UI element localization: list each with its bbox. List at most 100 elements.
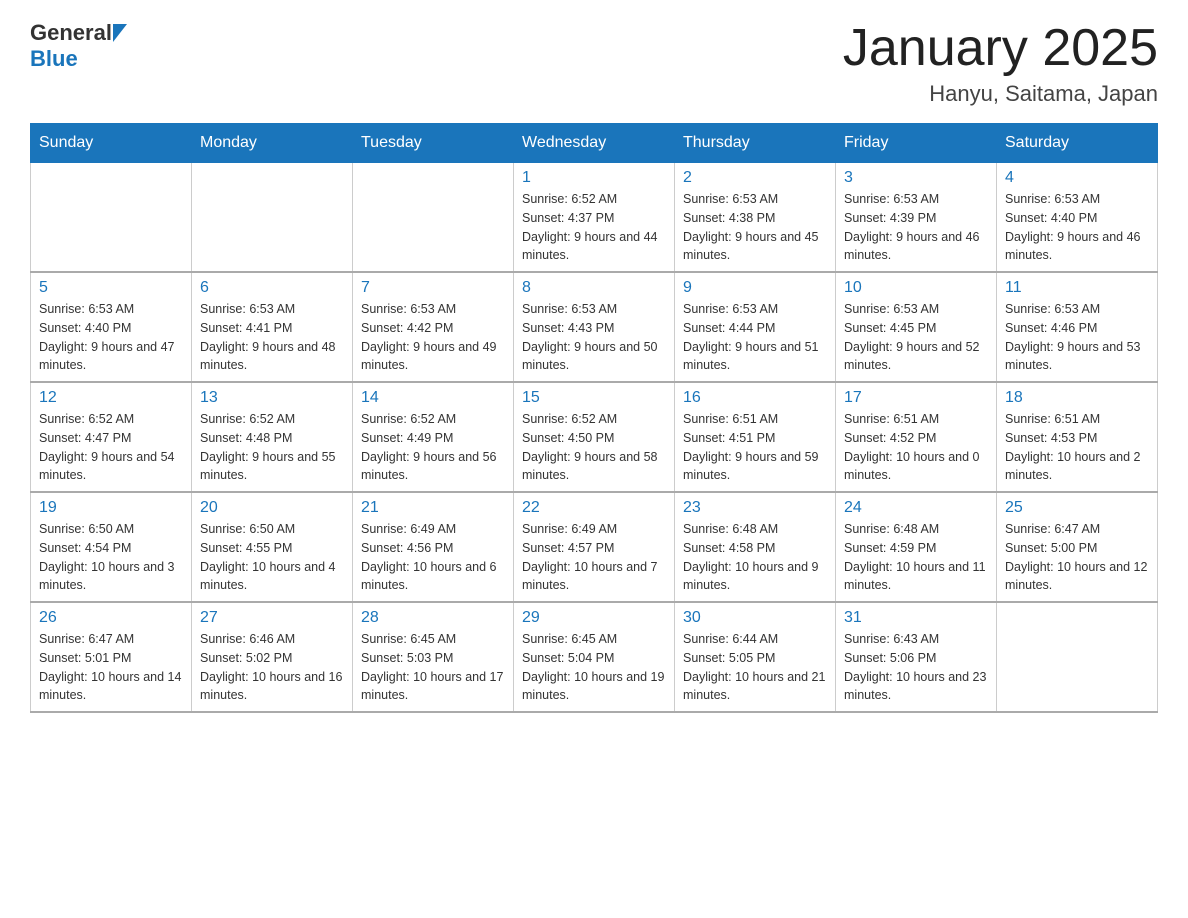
calendar-cell xyxy=(997,602,1158,712)
day-number: 6 xyxy=(200,279,344,297)
calendar-cell: 28Sunrise: 6:45 AM Sunset: 5:03 PM Dayli… xyxy=(353,602,514,712)
day-number: 4 xyxy=(1005,169,1149,187)
day-header-wednesday: Wednesday xyxy=(514,124,675,163)
day-info: Sunrise: 6:52 AM Sunset: 4:50 PM Dayligh… xyxy=(522,410,666,485)
day-number: 13 xyxy=(200,389,344,407)
day-number: 2 xyxy=(683,169,827,187)
title-section: January 2025 Hanyu, Saitama, Japan xyxy=(843,20,1158,107)
calendar-cell: 30 Sunrise: 6:44 AM Sunset: 5:05 PM Dayli… xyxy=(675,602,836,712)
day-number: 30 xyxy=(683,609,827,627)
day-number: 5 xyxy=(39,279,183,297)
calendar-cell: 24 Sunrise: 6:48 AM Sunset: 4:59 PM Dayli… xyxy=(836,492,997,602)
day-number: 26 xyxy=(39,609,183,627)
calendar-cell: 26Sunrise: 6:47 AM Sunset: 5:01 PM Dayli… xyxy=(31,602,192,712)
day-number: 18 xyxy=(1005,389,1149,407)
day-info: Sunrise: 6:53 AM Sunset: 4:43 PM Dayligh… xyxy=(522,300,666,375)
day-header-tuesday: Tuesday xyxy=(353,124,514,163)
day-info: Sunrise: 6:44 AM Sunset: 5:05 PM Dayligh… xyxy=(683,630,827,705)
day-number: 25 xyxy=(1005,499,1149,517)
day-number: 31 xyxy=(844,609,988,627)
calendar-cell: 3 Sunrise: 6:53 AM Sunset: 4:39 PM Daylig… xyxy=(836,163,997,273)
calendar-cell: 23 Sunrise: 6:48 AM Sunset: 4:58 PM Dayli… xyxy=(675,492,836,602)
calendar-cell xyxy=(31,163,192,273)
calendar-cell: 6 Sunrise: 6:53 AM Sunset: 4:41 PM Daylig… xyxy=(192,272,353,382)
day-info: Sunrise: 6:53 AM Sunset: 4:40 PM Dayligh… xyxy=(1005,190,1149,265)
day-info: Sunrise: 6:53 AM Sunset: 4:40 PM Dayligh… xyxy=(39,300,183,375)
calendar-title: January 2025 xyxy=(843,20,1158,77)
day-number: 12 xyxy=(39,389,183,407)
calendar-cell: 4 Sunrise: 6:53 AM Sunset: 4:40 PM Daylig… xyxy=(997,163,1158,273)
week-row-1: 1 Sunrise: 6:52 AM Sunset: 4:37 PM Daylig… xyxy=(31,163,1158,273)
calendar-cell: 20 Sunrise: 6:50 AM Sunset: 4:55 PM Dayli… xyxy=(192,492,353,602)
day-info: Sunrise: 6:52 AM Sunset: 4:48 PM Dayligh… xyxy=(200,410,344,485)
day-info: Sunrise: 6:53 AM Sunset: 4:39 PM Dayligh… xyxy=(844,190,988,265)
day-number: 16 xyxy=(683,389,827,407)
day-header-saturday: Saturday xyxy=(997,124,1158,163)
day-info: Sunrise: 6:53 AM Sunset: 4:38 PM Dayligh… xyxy=(683,190,827,265)
calendar-body: 1 Sunrise: 6:52 AM Sunset: 4:37 PM Daylig… xyxy=(31,163,1158,713)
day-number: 28 xyxy=(361,609,505,627)
calendar-cell: 17 Sunrise: 6:51 AM Sunset: 4:52 PM Dayli… xyxy=(836,382,997,492)
week-row-5: 26Sunrise: 6:47 AM Sunset: 5:01 PM Dayli… xyxy=(31,602,1158,712)
calendar-subtitle: Hanyu, Saitama, Japan xyxy=(843,81,1158,107)
week-row-2: 5 Sunrise: 6:53 AM Sunset: 4:40 PM Daylig… xyxy=(31,272,1158,382)
logo-blue-text: Blue xyxy=(30,46,78,72)
logo-general-text: General xyxy=(30,20,112,46)
day-info: Sunrise: 6:50 AM Sunset: 4:55 PM Dayligh… xyxy=(200,520,344,595)
day-info: Sunrise: 6:53 AM Sunset: 4:45 PM Dayligh… xyxy=(844,300,988,375)
day-info: Sunrise: 6:52 AM Sunset: 4:37 PM Dayligh… xyxy=(522,190,666,265)
day-number: 9 xyxy=(683,279,827,297)
day-info: Sunrise: 6:53 AM Sunset: 4:42 PM Dayligh… xyxy=(361,300,505,375)
calendar-cell: 16 Sunrise: 6:51 AM Sunset: 4:51 PM Dayli… xyxy=(675,382,836,492)
day-info: Sunrise: 6:47 AM Sunset: 5:00 PM Dayligh… xyxy=(1005,520,1149,595)
day-info: Sunrise: 6:53 AM Sunset: 4:41 PM Dayligh… xyxy=(200,300,344,375)
day-info: Sunrise: 6:53 AM Sunset: 4:46 PM Dayligh… xyxy=(1005,300,1149,375)
day-number: 29 xyxy=(522,609,666,627)
day-info: Sunrise: 6:51 AM Sunset: 4:52 PM Dayligh… xyxy=(844,410,988,485)
day-info: Sunrise: 6:48 AM Sunset: 4:59 PM Dayligh… xyxy=(844,520,988,595)
calendar-cell: 14 Sunrise: 6:52 AM Sunset: 4:49 PM Dayli… xyxy=(353,382,514,492)
day-info: Sunrise: 6:51 AM Sunset: 4:53 PM Dayligh… xyxy=(1005,410,1149,485)
calendar-cell: 25 Sunrise: 6:47 AM Sunset: 5:00 PM Dayli… xyxy=(997,492,1158,602)
day-header-friday: Friday xyxy=(836,124,997,163)
calendar-cell: 9 Sunrise: 6:53 AM Sunset: 4:44 PM Daylig… xyxy=(675,272,836,382)
day-number: 11 xyxy=(1005,279,1149,297)
calendar-cell: 22Sunrise: 6:49 AM Sunset: 4:57 PM Dayli… xyxy=(514,492,675,602)
day-info: Sunrise: 6:45 AM Sunset: 5:04 PM Dayligh… xyxy=(522,630,666,705)
day-number: 22 xyxy=(522,499,666,517)
day-number: 1 xyxy=(522,169,666,187)
calendar-cell: 27 Sunrise: 6:46 AM Sunset: 5:02 PM Dayli… xyxy=(192,602,353,712)
day-number: 17 xyxy=(844,389,988,407)
calendar-cell: 19Sunrise: 6:50 AM Sunset: 4:54 PM Dayli… xyxy=(31,492,192,602)
calendar-cell xyxy=(192,163,353,273)
day-number: 14 xyxy=(361,389,505,407)
day-info: Sunrise: 6:46 AM Sunset: 5:02 PM Dayligh… xyxy=(200,630,344,705)
day-number: 24 xyxy=(844,499,988,517)
day-info: Sunrise: 6:52 AM Sunset: 4:49 PM Dayligh… xyxy=(361,410,505,485)
calendar-cell: 11 Sunrise: 6:53 AM Sunset: 4:46 PM Dayli… xyxy=(997,272,1158,382)
day-number: 23 xyxy=(683,499,827,517)
day-info: Sunrise: 6:48 AM Sunset: 4:58 PM Dayligh… xyxy=(683,520,827,595)
calendar-cell xyxy=(353,163,514,273)
day-header-thursday: Thursday xyxy=(675,124,836,163)
calendar-cell: 5 Sunrise: 6:53 AM Sunset: 4:40 PM Daylig… xyxy=(31,272,192,382)
calendar-cell: 18 Sunrise: 6:51 AM Sunset: 4:53 PM Dayli… xyxy=(997,382,1158,492)
calendar-cell: 29 Sunrise: 6:45 AM Sunset: 5:04 PM Dayli… xyxy=(514,602,675,712)
day-number: 3 xyxy=(844,169,988,187)
day-number: 27 xyxy=(200,609,344,627)
logo-triangle-icon xyxy=(113,24,127,42)
day-header-monday: Monday xyxy=(192,124,353,163)
day-number: 7 xyxy=(361,279,505,297)
day-info: Sunrise: 6:52 AM Sunset: 4:47 PM Dayligh… xyxy=(39,410,183,485)
calendar-header: SundayMondayTuesdayWednesdayThursdayFrid… xyxy=(31,124,1158,163)
day-info: Sunrise: 6:51 AM Sunset: 4:51 PM Dayligh… xyxy=(683,410,827,485)
day-number: 21 xyxy=(361,499,505,517)
day-number: 15 xyxy=(522,389,666,407)
day-number: 20 xyxy=(200,499,344,517)
week-row-3: 12 Sunrise: 6:52 AM Sunset: 4:47 PM Dayli… xyxy=(31,382,1158,492)
logo: General Blue xyxy=(30,20,127,72)
calendar-cell: 7 Sunrise: 6:53 AM Sunset: 4:42 PM Daylig… xyxy=(353,272,514,382)
week-row-4: 19Sunrise: 6:50 AM Sunset: 4:54 PM Dayli… xyxy=(31,492,1158,602)
day-info: Sunrise: 6:53 AM Sunset: 4:44 PM Dayligh… xyxy=(683,300,827,375)
calendar-cell: 2 Sunrise: 6:53 AM Sunset: 4:38 PM Daylig… xyxy=(675,163,836,273)
